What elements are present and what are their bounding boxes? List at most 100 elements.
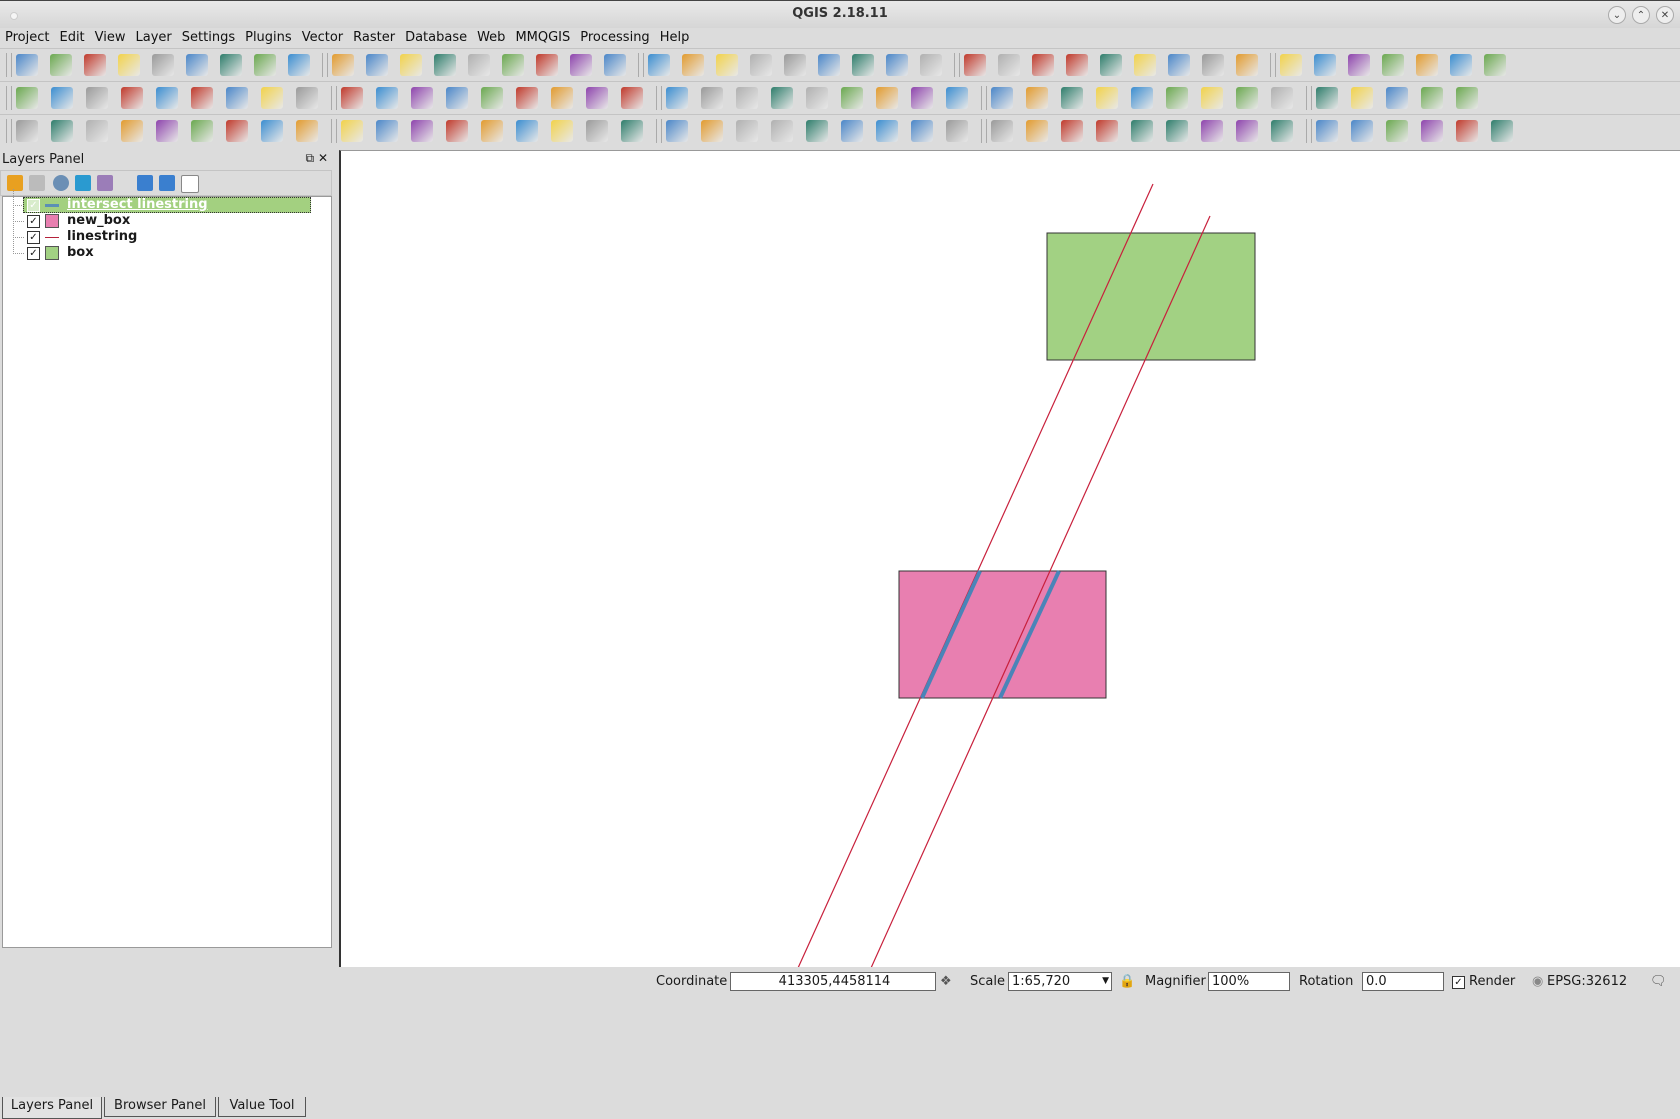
show-bookmarks-icon[interactable] bbox=[604, 54, 626, 76]
add-part-icon[interactable] bbox=[261, 120, 283, 142]
new-bookmark-icon[interactable] bbox=[570, 54, 592, 76]
pan-icon[interactable] bbox=[220, 54, 242, 76]
area-icon[interactable] bbox=[991, 87, 1013, 109]
chest-icon[interactable] bbox=[1386, 120, 1408, 142]
crs-globe-icon[interactable]: ◉ bbox=[1532, 974, 1543, 989]
gps-icon[interactable] bbox=[1386, 87, 1408, 109]
filter-expression-icon[interactable] bbox=[97, 175, 113, 191]
layer-item[interactable]: ✓ linestring bbox=[3, 221, 331, 245]
layer-item[interactable]: ✓ new_box bbox=[3, 205, 331, 229]
sun-icon[interactable] bbox=[1456, 87, 1478, 109]
points-icon[interactable] bbox=[911, 120, 933, 142]
paste-icon[interactable] bbox=[341, 87, 363, 109]
wormhole-icon[interactable] bbox=[841, 120, 863, 142]
map-tips-icon[interactable] bbox=[998, 54, 1020, 76]
spiral-icon[interactable] bbox=[946, 120, 968, 142]
maximize-button[interactable]: ⌃ bbox=[1632, 6, 1650, 24]
snapping-icon[interactable] bbox=[51, 120, 73, 142]
identify-icon[interactable] bbox=[682, 54, 704, 76]
python-icon[interactable] bbox=[736, 87, 758, 109]
save-edits-icon[interactable] bbox=[86, 87, 108, 109]
flag-icon[interactable] bbox=[1236, 120, 1258, 142]
refresh-icon[interactable] bbox=[648, 54, 670, 76]
plugin-a-icon[interactable] bbox=[771, 87, 793, 109]
add-layer-def-icon[interactable] bbox=[1351, 87, 1373, 109]
pollute-icon[interactable] bbox=[806, 120, 828, 142]
menu-vector[interactable]: Vector bbox=[297, 28, 348, 48]
heatmap-icon[interactable] bbox=[1416, 54, 1438, 76]
menu-help[interactable]: Help bbox=[655, 28, 695, 48]
toolbar-handle[interactable] bbox=[656, 86, 662, 110]
layer-visibility-checkbox[interactable]: ✓ bbox=[27, 215, 40, 228]
lightning-icon[interactable] bbox=[1421, 120, 1443, 142]
shade-down-icon[interactable] bbox=[1348, 54, 1370, 76]
add-wcs-icon[interactable] bbox=[666, 87, 688, 109]
save-as-icon[interactable] bbox=[118, 54, 140, 76]
settings-icon[interactable] bbox=[701, 120, 723, 142]
menu-layer[interactable]: Layer bbox=[131, 28, 177, 48]
add-raster-icon[interactable] bbox=[1096, 87, 1118, 109]
vertex-tool-icon[interactable] bbox=[156, 87, 178, 109]
diagram-icon[interactable] bbox=[411, 87, 433, 109]
label-pin-icon[interactable] bbox=[446, 87, 468, 109]
add-wfs-icon[interactable] bbox=[1201, 87, 1223, 109]
map-canvas[interactable] bbox=[339, 150, 1680, 967]
profile3-icon[interactable] bbox=[1168, 54, 1190, 76]
rotation-spinbox[interactable]: 0.0 bbox=[1362, 972, 1444, 991]
heat-icon[interactable] bbox=[1456, 120, 1478, 142]
shade-up-icon[interactable] bbox=[1314, 54, 1336, 76]
label-move-icon[interactable] bbox=[516, 87, 538, 109]
toolbar-handle[interactable] bbox=[981, 86, 987, 110]
zoom-full-icon[interactable] bbox=[400, 54, 422, 76]
hillshade-down-icon[interactable] bbox=[1280, 54, 1302, 76]
satellite-icon[interactable] bbox=[1026, 120, 1048, 142]
offset-curve-icon[interactable] bbox=[446, 120, 468, 142]
delete-selected-icon[interactable] bbox=[226, 87, 248, 109]
node-tool-icon[interactable] bbox=[191, 87, 213, 109]
simplify-icon[interactable] bbox=[191, 120, 213, 142]
tab-value-tool[interactable]: Value Tool bbox=[218, 1097, 306, 1117]
fill-ring-icon[interactable] bbox=[296, 120, 318, 142]
label-change-icon[interactable] bbox=[586, 87, 608, 109]
rotate-feature-icon[interactable] bbox=[156, 120, 178, 142]
new-print-composer-icon[interactable] bbox=[152, 54, 174, 76]
select-by-expression-icon[interactable] bbox=[784, 54, 806, 76]
menu-view[interactable]: View bbox=[90, 28, 131, 48]
plugin-builder-icon[interactable] bbox=[806, 87, 828, 109]
scale-combo[interactable]: 1:65,720 ▼ bbox=[1008, 972, 1112, 991]
zoom-out-icon[interactable] bbox=[332, 54, 354, 76]
tools-icon[interactable] bbox=[1316, 120, 1338, 142]
add-mssql-icon[interactable] bbox=[1236, 87, 1258, 109]
more-icon[interactable] bbox=[1351, 120, 1373, 142]
remove-layer-icon[interactable] bbox=[181, 175, 199, 193]
distort-icon[interactable] bbox=[1166, 120, 1188, 142]
toggle-editing-icon[interactable] bbox=[51, 87, 73, 109]
add-postgis-icon[interactable] bbox=[1166, 87, 1188, 109]
wkt-layer-icon[interactable] bbox=[1026, 87, 1048, 109]
layer-visibility-checkbox[interactable]: ✓ bbox=[27, 231, 40, 244]
split-features-icon[interactable] bbox=[481, 120, 503, 142]
add-ring-icon[interactable] bbox=[226, 120, 248, 142]
toggle-extents-icon[interactable]: ❖ bbox=[940, 974, 952, 989]
messages-icon[interactable]: 🗨 bbox=[1650, 974, 1667, 989]
label-icon[interactable] bbox=[376, 87, 398, 109]
gps2-icon[interactable] bbox=[1421, 87, 1443, 109]
label-rotate-icon[interactable] bbox=[551, 87, 573, 109]
toolbar-handle[interactable] bbox=[981, 119, 987, 143]
label-show-icon[interactable] bbox=[481, 87, 503, 109]
lock-scale-icon[interactable]: 🔒 bbox=[1119, 974, 1135, 989]
menu-database[interactable]: Database bbox=[400, 28, 472, 48]
reshape-icon[interactable] bbox=[411, 120, 433, 142]
wkt-icon[interactable] bbox=[911, 87, 933, 109]
toolbar-handle[interactable] bbox=[322, 53, 328, 77]
zoom-native-icon[interactable] bbox=[366, 54, 388, 76]
split-parts-icon[interactable] bbox=[516, 120, 538, 142]
zoom-next-icon[interactable] bbox=[536, 54, 558, 76]
redo-icon[interactable] bbox=[121, 120, 143, 142]
annotation-icon[interactable] bbox=[841, 87, 863, 109]
box-feature[interactable] bbox=[1046, 232, 1256, 361]
add-feature-icon[interactable] bbox=[121, 87, 143, 109]
toolbar-handle[interactable] bbox=[1270, 53, 1276, 77]
mountain-icon[interactable] bbox=[1491, 120, 1513, 142]
measure-icon[interactable] bbox=[964, 54, 986, 76]
